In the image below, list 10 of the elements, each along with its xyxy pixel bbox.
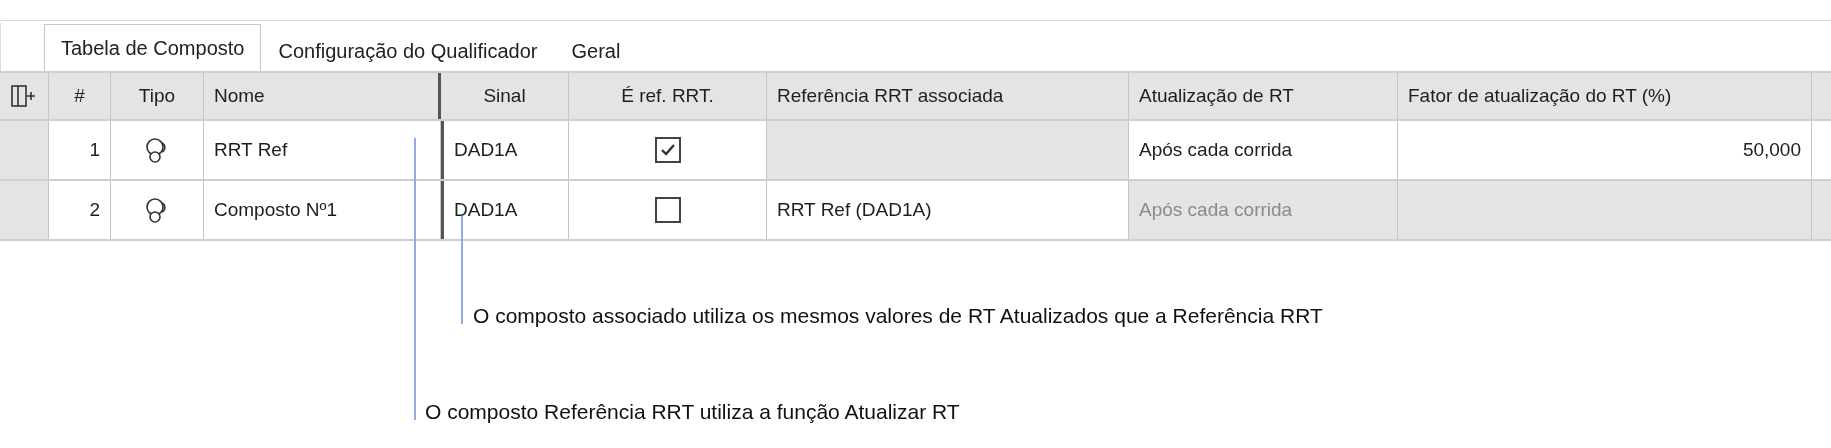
checkbox[interactable]: [654, 137, 681, 163]
tab[interactable]: Tabela de Composto: [44, 24, 262, 71]
annotation-text: O composto Referência RRT utiliza a função Atualizar RT: [425, 400, 960, 424]
table-cell: DAD1A: [441, 121, 569, 179]
table-cell: Após cada corrida: [1129, 181, 1398, 239]
insert-column-icon[interactable]: [11, 84, 37, 108]
table-cell: DAD1A: [441, 181, 569, 239]
checkbox[interactable]: [654, 197, 681, 223]
annotation-text: O composto associado utiliza os mesmos valores de RT Atualizados que a Referência RRT: [473, 304, 1323, 328]
checkmark-icon: [659, 143, 676, 157]
